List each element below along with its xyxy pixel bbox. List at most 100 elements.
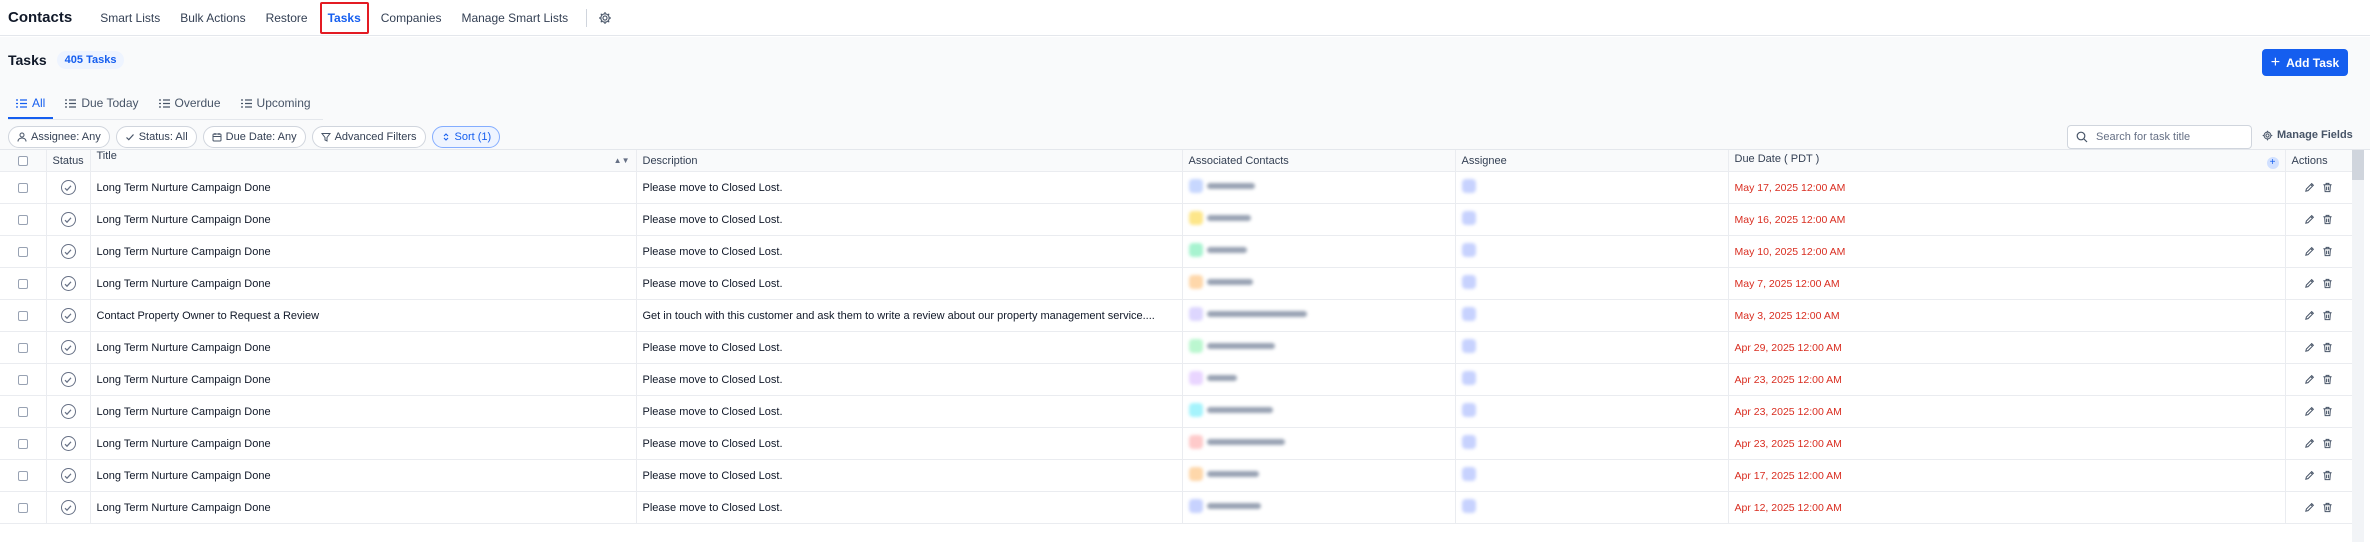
check-circle-icon[interactable] xyxy=(60,500,76,515)
due-date-filter[interactable]: Due Date: Any xyxy=(202,126,306,148)
trash-icon[interactable] xyxy=(2322,182,2333,193)
column-header-assignee[interactable]: Assignee xyxy=(1455,150,1729,172)
task-title[interactable]: Long Term Nurture Campaign Done xyxy=(90,267,637,300)
task-title[interactable]: Long Term Nurture Campaign Done xyxy=(90,363,637,396)
trash-icon[interactable] xyxy=(2322,470,2333,481)
associated-contact[interactable] xyxy=(1182,235,1456,268)
vertical-scrollbar[interactable] xyxy=(2352,150,2364,542)
task-title[interactable]: Long Term Nurture Campaign Done xyxy=(90,395,637,428)
edit-icon[interactable] xyxy=(2304,470,2315,481)
associated-contact[interactable] xyxy=(1182,459,1456,492)
row-checkbox[interactable] xyxy=(17,214,28,225)
column-header-associated-contacts[interactable]: Associated Contacts xyxy=(1182,150,1456,172)
table-row[interactable]: Long Term Nurture Campaign Done Please mo… xyxy=(0,331,2353,364)
trash-icon[interactable] xyxy=(2322,214,2333,225)
task-title[interactable]: Long Term Nurture Campaign Done xyxy=(90,427,637,460)
tab-overdue[interactable]: Overdue xyxy=(151,96,229,119)
search-input[interactable] xyxy=(2096,131,2236,143)
nav-tasks[interactable]: Tasks xyxy=(319,1,369,34)
tab-upcoming[interactable]: Upcoming xyxy=(233,96,319,119)
edit-icon[interactable] xyxy=(2304,278,2315,289)
table-row[interactable]: Long Term Nurture Campaign Done Please mo… xyxy=(0,491,2353,524)
associated-contact[interactable] xyxy=(1182,363,1456,396)
nav-smart-lists[interactable]: Smart Lists xyxy=(92,2,168,34)
column-header-due-date[interactable]: Due Date ( PDT ) + xyxy=(1728,150,2286,172)
manage-fields-button[interactable]: Manage Fields xyxy=(2262,129,2353,141)
row-checkbox[interactable] xyxy=(17,406,28,417)
edit-icon[interactable] xyxy=(2304,438,2315,449)
associated-contact[interactable] xyxy=(1182,395,1456,428)
trash-icon[interactable] xyxy=(2322,246,2333,257)
status-filter[interactable]: Status: All xyxy=(115,126,197,148)
trash-icon[interactable] xyxy=(2322,278,2333,289)
check-circle-icon[interactable] xyxy=(60,340,76,355)
task-title[interactable]: Long Term Nurture Campaign Done xyxy=(90,203,637,236)
check-circle-icon[interactable] xyxy=(60,244,76,259)
table-row[interactable]: Long Term Nurture Campaign Done Please mo… xyxy=(0,427,2353,460)
edit-icon[interactable] xyxy=(2304,374,2315,385)
associated-contact[interactable] xyxy=(1182,171,1456,204)
associated-contact[interactable] xyxy=(1182,331,1456,364)
associated-contact[interactable] xyxy=(1182,491,1456,524)
trash-icon[interactable] xyxy=(2322,310,2333,321)
check-circle-icon[interactable] xyxy=(60,404,76,419)
column-header-title[interactable]: Title ▲▼ xyxy=(90,150,637,172)
edit-icon[interactable] xyxy=(2304,502,2315,513)
edit-icon[interactable] xyxy=(2304,214,2315,225)
table-row[interactable]: Long Term Nurture Campaign Done Please mo… xyxy=(0,363,2353,396)
table-row[interactable]: Long Term Nurture Campaign Done Please mo… xyxy=(0,267,2353,300)
check-circle-icon[interactable] xyxy=(60,276,76,291)
task-title[interactable]: Long Term Nurture Campaign Done xyxy=(90,331,637,364)
row-checkbox[interactable] xyxy=(17,182,28,193)
task-title[interactable]: Contact Property Owner to Request a Revi… xyxy=(90,299,637,332)
gear-icon[interactable] xyxy=(595,8,615,28)
edit-icon[interactable] xyxy=(2304,406,2315,417)
edit-icon[interactable] xyxy=(2304,182,2315,193)
nav-bulk-actions[interactable]: Bulk Actions xyxy=(172,2,253,34)
table-row[interactable]: Long Term Nurture Campaign Done Please mo… xyxy=(0,171,2353,204)
table-row[interactable]: Long Term Nurture Campaign Done Please mo… xyxy=(0,395,2353,428)
table-row[interactable]: Contact Property Owner to Request a Revi… xyxy=(0,299,2353,332)
nav-manage-smart-lists[interactable]: Manage Smart Lists xyxy=(453,2,576,34)
column-header-description[interactable]: Description xyxy=(636,150,1183,172)
check-circle-icon[interactable] xyxy=(60,180,76,195)
select-all-checkbox[interactable] xyxy=(17,155,28,166)
table-row[interactable]: Long Term Nurture Campaign Done Please mo… xyxy=(0,235,2353,268)
tab-all[interactable]: All xyxy=(8,96,54,119)
associated-contact[interactable] xyxy=(1182,267,1456,300)
trash-icon[interactable] xyxy=(2322,438,2333,449)
advanced-filters[interactable]: Advanced Filters xyxy=(311,126,426,148)
edit-icon[interactable] xyxy=(2304,310,2315,321)
sort-arrows-icon[interactable]: ▲▼ xyxy=(614,150,630,171)
edit-icon[interactable] xyxy=(2304,246,2315,257)
check-circle-icon[interactable] xyxy=(60,372,76,387)
check-circle-icon[interactable] xyxy=(60,308,76,323)
row-checkbox[interactable] xyxy=(17,246,28,257)
check-circle-icon[interactable] xyxy=(60,436,76,451)
scrollbar-thumb[interactable] xyxy=(2352,150,2364,180)
nav-restore[interactable]: Restore xyxy=(258,2,316,34)
check-circle-icon[interactable] xyxy=(60,468,76,483)
row-checkbox[interactable] xyxy=(17,342,28,353)
associated-contact[interactable] xyxy=(1182,427,1456,460)
associated-contact[interactable] xyxy=(1182,203,1456,236)
check-circle-icon[interactable] xyxy=(60,212,76,227)
trash-icon[interactable] xyxy=(2322,502,2333,513)
trash-icon[interactable] xyxy=(2322,406,2333,417)
column-header-status[interactable]: Status xyxy=(46,150,91,172)
task-title[interactable]: Long Term Nurture Campaign Done xyxy=(90,171,637,204)
row-checkbox[interactable] xyxy=(17,278,28,289)
sort-button[interactable]: Sort (1) xyxy=(431,126,501,148)
trash-icon[interactable] xyxy=(2322,374,2333,385)
trash-icon[interactable] xyxy=(2322,342,2333,353)
row-checkbox[interactable] xyxy=(17,438,28,449)
assignee-filter[interactable]: Assignee: Any xyxy=(8,126,110,148)
associated-contact[interactable] xyxy=(1182,299,1456,332)
task-title[interactable]: Long Term Nurture Campaign Done xyxy=(90,235,637,268)
edit-icon[interactable] xyxy=(2304,342,2315,353)
task-title[interactable]: Long Term Nurture Campaign Done xyxy=(90,459,637,492)
row-checkbox[interactable] xyxy=(17,470,28,481)
row-checkbox[interactable] xyxy=(17,310,28,321)
row-checkbox[interactable] xyxy=(17,502,28,513)
add-column-icon[interactable]: + xyxy=(2266,156,2279,169)
